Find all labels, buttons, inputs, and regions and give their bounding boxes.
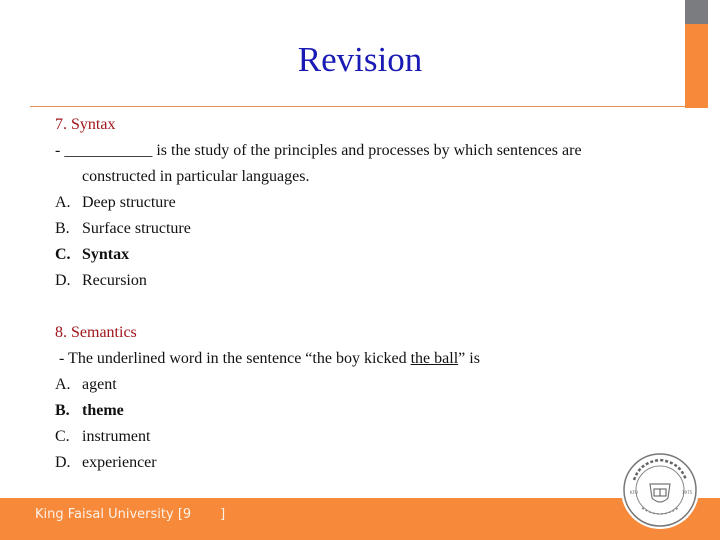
prompt-text-end: ” is <box>458 350 480 367</box>
footer-bar: King Faisal University [9 ] <box>0 498 720 540</box>
underlined-phrase: the ball <box>410 350 459 367</box>
answer-option-correct: B. theme <box>55 398 675 424</box>
question-prompt-continued: constructed in particular languages. <box>82 168 310 185</box>
option-letter: A. <box>55 376 71 393</box>
option-text: instrument <box>82 428 151 445</box>
option-letter: B. <box>55 402 70 419</box>
option-text: Recursion <box>82 272 147 289</box>
answer-option: C. instrument <box>55 424 675 450</box>
option-letter: D. <box>55 272 71 289</box>
option-text: theme <box>82 402 124 419</box>
question-prompt: - ___________ is the study of the princi… <box>55 142 582 159</box>
answer-option: A. agent <box>55 372 675 398</box>
option-letter: A. <box>55 194 71 211</box>
answer-option: D. experiencer <box>55 450 675 476</box>
answer-option-correct: C. Syntax <box>55 242 675 268</box>
accent-bar-gray <box>685 0 708 24</box>
option-letter: C. <box>55 428 70 445</box>
option-letter: B. <box>55 220 70 237</box>
answer-option: B. Surface structure <box>55 216 675 242</box>
question-heading: 8. Semantics <box>55 324 137 341</box>
option-letter: C. <box>55 246 71 263</box>
slide-content: 7. Syntax - ___________ is the study of … <box>55 112 675 476</box>
answer-option: A. Deep structure <box>55 190 675 216</box>
footer-text: King Faisal University [9 ] <box>35 507 226 522</box>
answer-option: D. Recursion <box>55 268 675 294</box>
option-text: Syntax <box>82 246 130 263</box>
option-text: agent <box>82 376 117 393</box>
slide-title: Revision <box>297 40 423 79</box>
university-seal-icon: KFU 1975 <box>621 451 699 529</box>
prompt-text: - The underlined word in the sentence “t… <box>55 350 411 367</box>
option-text: Deep structure <box>82 194 176 211</box>
option-letter: D. <box>55 454 71 471</box>
svg-text:1975: 1975 <box>682 490 693 495</box>
svg-text:KFU: KFU <box>630 490 638 495</box>
title-divider <box>30 106 686 107</box>
option-text: Surface structure <box>82 220 191 237</box>
question-prompt: - The underlined word in the sentence “t… <box>55 346 675 372</box>
option-text: experiencer <box>82 454 157 471</box>
question-heading: 7. Syntax <box>55 116 116 133</box>
